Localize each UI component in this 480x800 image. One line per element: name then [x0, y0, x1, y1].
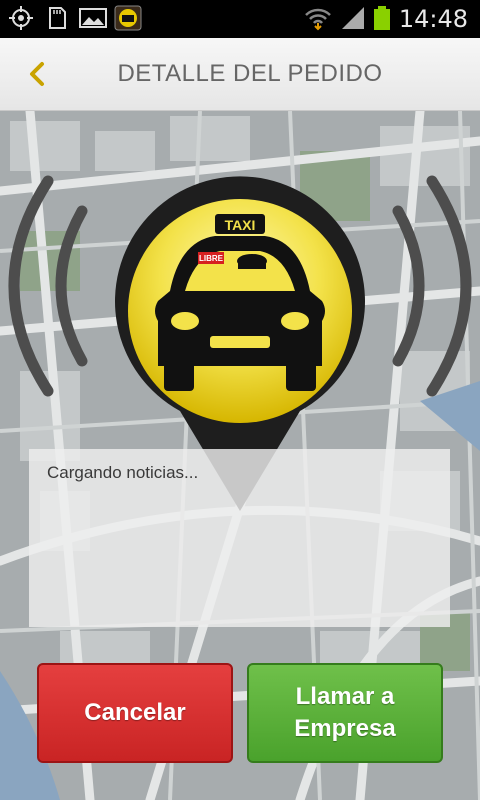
call-button-label: Llamar a Empresa — [294, 681, 395, 745]
call-button-line2: Empresa — [294, 715, 396, 742]
signal-icon — [342, 7, 364, 29]
taxi-app-icon — [114, 5, 142, 31]
status-time: 14:48 — [398, 5, 468, 33]
status-bar: 14:48 — [0, 0, 480, 38]
news-loading-text: Cargando noticias... — [47, 463, 199, 482]
news-panel: Cargando noticias... — [29, 449, 450, 627]
app-header: DETALLE DEL PEDIDO — [0, 38, 480, 111]
sd-card-icon — [49, 7, 66, 29]
cancel-button[interactable]: Cancelar — [37, 663, 233, 763]
wifi-icon — [305, 8, 331, 31]
call-button-line1: Llamar a — [295, 683, 395, 710]
taxi-roof-sign: TAXI — [225, 217, 256, 233]
battery-icon — [374, 6, 390, 30]
cancel-button-label: Cancelar — [84, 699, 186, 726]
gallery-icon — [79, 8, 107, 28]
libre-sign: LIBRE — [199, 254, 224, 263]
call-company-button[interactable]: Llamar a Empresa — [247, 663, 443, 763]
gps-icon — [9, 6, 33, 30]
page-title: DETALLE DEL PEDIDO — [117, 60, 383, 87]
